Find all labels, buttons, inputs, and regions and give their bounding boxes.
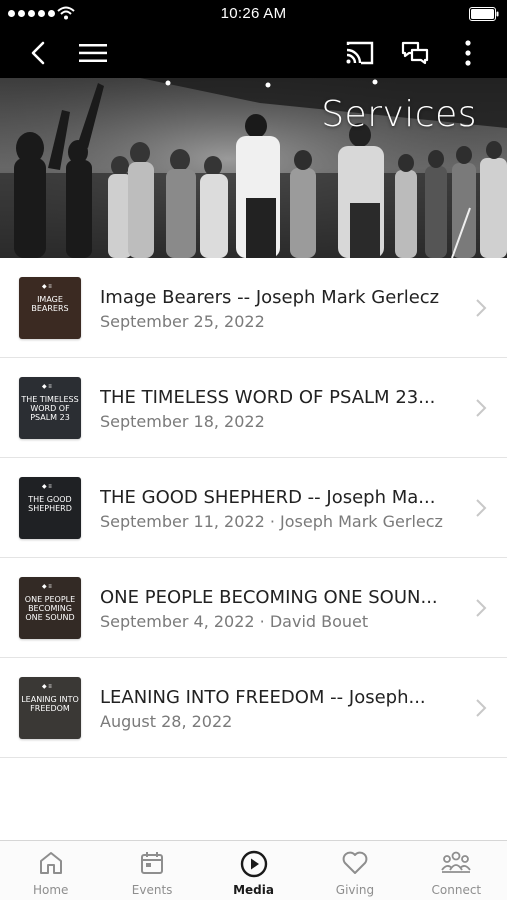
sermon-date: September 18, 2022 (100, 412, 265, 431)
tab-media[interactable]: Media (203, 841, 304, 900)
tab-connect[interactable]: Connect (406, 841, 507, 900)
church-logo-icon: ◆ ≡ (42, 284, 52, 290)
home-icon (39, 852, 62, 874)
sermon-date: September 4, 2022 · David Bouet (100, 612, 369, 631)
sermon-thumbnail: ◆ ≡ THE TIMELESS WORD OF PSALM 23 (19, 377, 81, 439)
cast-icon (346, 41, 374, 65)
list-item[interactable]: ◆ ≡ LEANING INTO FREEDOM LEANING INTO FR… (0, 658, 507, 758)
hamburger-menu-icon (79, 44, 107, 62)
chevron-right-icon (476, 599, 487, 617)
sermon-title: THE GOOD SHEPHERD -- Joseph Ma... (100, 487, 436, 508)
status-time: 10:26 AM (220, 5, 287, 22)
chat-bubbles-icon (401, 41, 429, 65)
more-options-button[interactable] (448, 33, 488, 73)
chevron-right-icon (476, 699, 487, 717)
list-item[interactable]: ◆ ≡ THE TIMELESS WORD OF PSALM 23 THE TI… (0, 358, 507, 458)
chevron-right-icon (476, 299, 487, 317)
header-banner: Services (0, 78, 507, 258)
sermon-thumbnail: ◆ ≡ THE GOOD SHEPHERD (19, 477, 81, 539)
list-item[interactable]: ◆ ≡ ONE PEOPLE BECOMING ONE SOUND ONE PE… (0, 558, 507, 658)
sermon-title: ONE PEOPLE BECOMING ONE SOUN... (100, 587, 438, 608)
sermon-title: Image Bearers -- Joseph Mark Gerlecz (100, 287, 440, 308)
sermon-title: THE TIMELESS WORD OF PSALM 23... (100, 387, 436, 408)
tab-giving[interactable]: Giving (304, 841, 405, 900)
status-bar: 10:26 AM (0, 0, 507, 28)
cast-button[interactable] (340, 33, 380, 73)
services-list: ◆ ≡ IMAGE BEARERS Image Bearers -- Josep… (0, 258, 507, 758)
people-icon (441, 851, 472, 873)
battery-icon (469, 7, 499, 21)
chevron-left-icon (31, 41, 45, 65)
sermon-date: August 28, 2022 (100, 712, 233, 731)
chat-button[interactable] (395, 33, 435, 73)
tab-home[interactable]: Home (0, 841, 101, 900)
church-logo-icon: ◆ ≡ (42, 384, 52, 390)
list-item[interactable]: ◆ ≡ IMAGE BEARERS Image Bearers -- Josep… (0, 258, 507, 358)
sermon-date: September 11, 2022 · Joseph Mark Gerlecz (100, 512, 443, 531)
list-item[interactable]: ◆ ≡ THE GOOD SHEPHERD THE GOOD SHEPHERD … (0, 458, 507, 558)
chevron-right-icon (476, 399, 487, 417)
menu-button[interactable] (73, 33, 113, 73)
sermon-thumbnail: ◆ ≡ ONE PEOPLE BECOMING ONE SOUND (19, 577, 81, 639)
church-logo-icon: ◆ ≡ (42, 484, 52, 490)
chevron-right-icon (476, 499, 487, 517)
calendar-icon (141, 852, 164, 874)
bottom-tab-bar: Home Events Media Giving Connect (0, 840, 507, 900)
top-nav-bar (0, 28, 507, 78)
sermon-thumbnail: ◆ ≡ LEANING INTO FREEDOM (19, 677, 81, 739)
page-title: Services (321, 94, 477, 135)
heart-icon (342, 851, 368, 874)
church-logo-icon: ◆ ≡ (42, 584, 52, 590)
tab-events[interactable]: Events (101, 841, 202, 900)
sermon-title: LEANING INTO FREEDOM -- Joseph... (100, 687, 426, 708)
back-button[interactable] (18, 33, 58, 73)
sermon-date: September 25, 2022 (100, 312, 265, 331)
play-circle-icon (240, 850, 267, 878)
sermon-thumbnail: ◆ ≡ IMAGE BEARERS (19, 277, 81, 339)
church-logo-icon: ◆ ≡ (42, 684, 52, 690)
more-vertical-icon (465, 40, 471, 66)
